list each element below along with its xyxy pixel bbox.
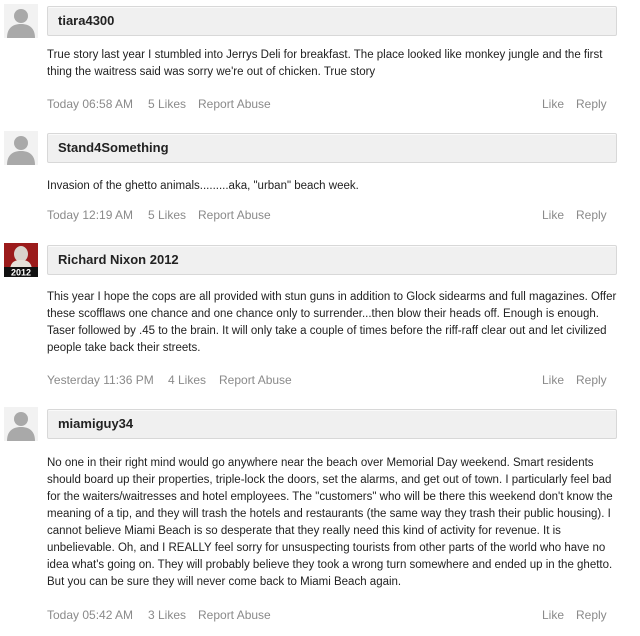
- reply-button[interactable]: Reply: [576, 373, 607, 387]
- likes-count[interactable]: 5 Likes: [148, 97, 186, 111]
- comment-time: Yesterday 11:36 PM: [47, 373, 154, 387]
- default-avatar-icon[interactable]: [4, 4, 38, 38]
- like-button[interactable]: Like: [542, 208, 564, 222]
- username-bar: Richard Nixon 2012: [47, 245, 617, 275]
- default-avatar-icon[interactable]: [4, 131, 38, 165]
- username[interactable]: Stand4Something: [58, 140, 169, 155]
- default-avatar-icon[interactable]: [4, 407, 38, 441]
- comment-time: Today 12:19 AM: [47, 208, 134, 222]
- like-button[interactable]: Like: [542, 97, 564, 111]
- comment-text: Invasion of the ghetto animals.........a…: [47, 180, 359, 192]
- reply-button[interactable]: Reply: [576, 97, 607, 111]
- comment-meta: Today 05:42 AM 3 Likes Report Abuse Like…: [47, 608, 607, 624]
- nixon-2012-avatar-icon[interactable]: 2012: [4, 243, 38, 277]
- username-bar: miamiguy34: [47, 409, 617, 439]
- report-abuse-link[interactable]: Report Abuse: [198, 608, 271, 622]
- avatar-year-label: 2012: [11, 268, 31, 278]
- comment-text: This year I hope the cops are all provid…: [47, 291, 617, 354]
- username[interactable]: miamiguy34: [58, 416, 133, 431]
- comment-time: Today 05:42 AM: [47, 608, 134, 622]
- likes-count[interactable]: 3 Likes: [148, 608, 186, 622]
- like-button[interactable]: Like: [542, 373, 564, 387]
- likes-count[interactable]: 5 Likes: [148, 208, 186, 222]
- username[interactable]: Richard Nixon 2012: [58, 252, 179, 267]
- report-abuse-link[interactable]: Report Abuse: [219, 373, 292, 387]
- comment-meta: Today 06:58 AM 5 Likes Report Abuse Like…: [47, 97, 607, 113]
- comment-meta: Today 12:19 AM 5 Likes Report Abuse Like…: [47, 208, 607, 224]
- report-abuse-link[interactable]: Report Abuse: [198, 97, 271, 111]
- username-bar: Stand4Something: [47, 133, 617, 163]
- report-abuse-link[interactable]: Report Abuse: [198, 208, 271, 222]
- like-button[interactable]: Like: [542, 608, 564, 622]
- comment-text: True story last year I stumbled into Jer…: [47, 49, 603, 78]
- likes-count[interactable]: 4 Likes: [168, 373, 206, 387]
- comment-time: Today 06:58 AM: [47, 97, 134, 111]
- username-bar: tiara4300: [47, 6, 617, 36]
- comment-text: No one in their right mind would go anyw…: [47, 457, 613, 588]
- username[interactable]: tiara4300: [58, 13, 114, 28]
- comment-meta: Yesterday 11:36 PM 4 Likes Report Abuse …: [47, 373, 607, 389]
- reply-button[interactable]: Reply: [576, 208, 607, 222]
- reply-button[interactable]: Reply: [576, 608, 607, 622]
